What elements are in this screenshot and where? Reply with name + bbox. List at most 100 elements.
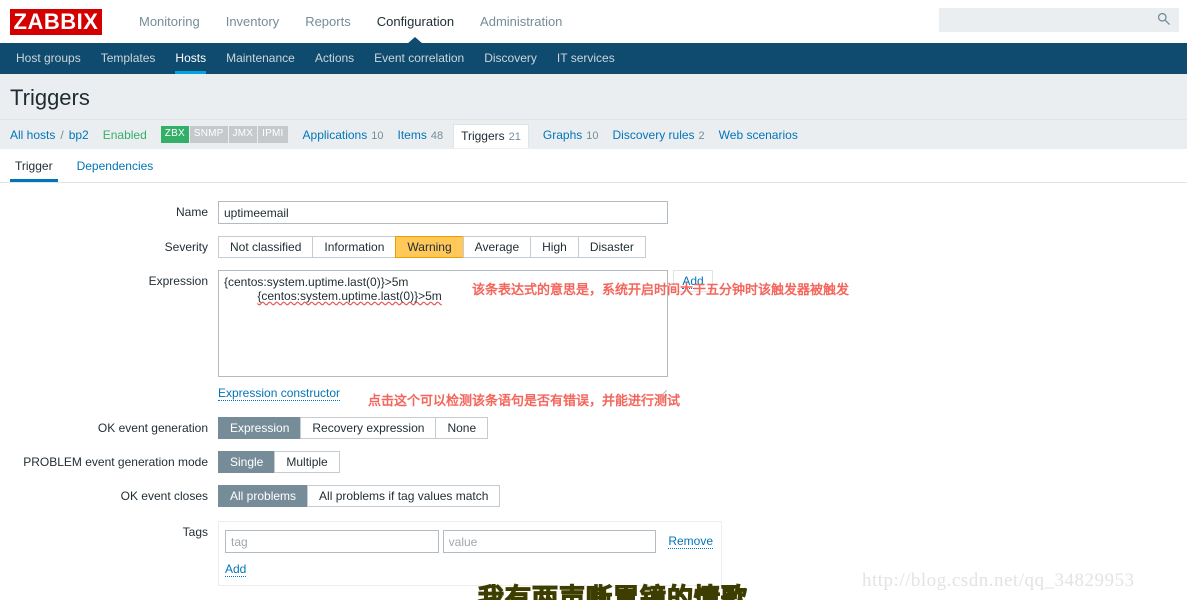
search-icon[interactable]: [1151, 12, 1175, 28]
badge-jmx[interactable]: JMX: [228, 126, 258, 143]
nav-item-administration[interactable]: Administration: [467, 0, 575, 43]
ok-event-option-expression[interactable]: Expression: [218, 417, 301, 439]
expression-constructor-link[interactable]: Expression constructor: [218, 386, 341, 401]
field-expression: {centos:system.uptime.last(0)}>5m Add Ex…: [218, 270, 713, 401]
label-ok-event-closes: OK event closes: [120, 489, 208, 503]
page-title: Triggers: [10, 85, 90, 110]
tag-remove-link[interactable]: Remove: [668, 534, 713, 549]
breadcrumb-item-count: 10: [371, 129, 384, 142]
breadcrumb-item-web-scenarios[interactable]: Web scenarios: [719, 128, 798, 142]
tab-trigger[interactable]: Trigger: [10, 151, 58, 182]
trigger-form: Name Severity Not classified Information…: [0, 183, 1187, 586]
breadcrumb-host-bp2[interactable]: bp2: [69, 128, 89, 142]
ok-event-option-recovery-expression[interactable]: Recovery expression: [300, 417, 436, 439]
expression-textarea[interactable]: [218, 270, 668, 377]
label-severity: Severity: [164, 240, 208, 254]
expression-add-label: Add: [682, 274, 704, 289]
breadcrumb-item-label[interactable]: Items: [397, 128, 426, 142]
ok-event-generation-segmented-control: Expression Recovery expression None: [218, 417, 489, 439]
subnav-item-templates[interactable]: Templates: [91, 43, 166, 74]
nav-item-configuration[interactable]: Configuration: [364, 0, 467, 43]
subnav-item-event-correlation[interactable]: Event correlation: [364, 43, 474, 74]
breadcrumb-item-applications[interactable]: Applications 10: [303, 128, 384, 142]
field-problem-event-mode: Single Multiple: [218, 451, 340, 473]
ok-event-option-none[interactable]: None: [435, 417, 489, 439]
ok-event-closes-option-all-problems[interactable]: All problems: [218, 485, 308, 507]
severity-option-not-classified[interactable]: Not classified: [218, 236, 313, 258]
breadcrumb-item-count: 48: [430, 129, 444, 142]
host-status-enabled[interactable]: Enabled: [103, 128, 147, 142]
form-row-name: Name: [0, 183, 1187, 224]
breadcrumb-separator: /: [60, 127, 64, 142]
nav-item-monitoring[interactable]: Monitoring: [126, 0, 213, 43]
page-title-bar: Triggers: [0, 74, 1187, 119]
zabbix-trigger-configuration-page: ZABBIX Monitoring Inventory Reports Conf…: [0, 0, 1187, 600]
global-search: [939, 8, 1179, 32]
form-row-tags: Tags Remove Add: [0, 507, 1187, 586]
form-row-expression: Expression {centos:system.uptime.last(0)…: [0, 258, 1187, 401]
severity-option-average[interactable]: Average: [462, 236, 531, 258]
ok-event-closes-option-tag-values-match[interactable]: All problems if tag values match: [307, 485, 501, 507]
name-input[interactable]: [218, 201, 668, 224]
breadcrumb-item-count: 21: [508, 130, 521, 143]
badge-snmp[interactable]: SNMP: [189, 126, 228, 143]
tab-dependencies[interactable]: Dependencies: [72, 151, 159, 181]
form-row-severity: Severity Not classified Information Warn…: [0, 224, 1187, 258]
breadcrumb-item-label[interactable]: Graphs: [543, 128, 582, 142]
problem-event-option-multiple[interactable]: Multiple: [274, 451, 340, 473]
severity-segmented-control: Not classified Information Warning Avera…: [218, 236, 646, 258]
top-header: ZABBIX Monitoring Inventory Reports Conf…: [0, 0, 1187, 43]
badge-zbx[interactable]: ZBX: [160, 126, 189, 143]
severity-option-high[interactable]: High: [530, 236, 578, 258]
nav-item-inventory[interactable]: Inventory: [213, 0, 292, 43]
label-name: Name: [175, 205, 208, 219]
problem-event-option-single[interactable]: Single: [218, 451, 275, 473]
subnav-item-discovery[interactable]: Discovery: [474, 43, 547, 74]
field-ok-event-generation: Expression Recovery expression None: [218, 417, 489, 439]
label-tags: Tags: [182, 525, 208, 539]
breadcrumb-item-count: 2: [698, 129, 705, 142]
form-row-problem-event-mode: PROBLEM event generation mode Single Mul…: [0, 439, 1187, 473]
field-tags: Remove Add: [218, 521, 722, 586]
ok-event-closes-segmented-control: All problems All problems if tag values …: [218, 485, 501, 507]
search-input[interactable]: [939, 9, 1151, 31]
tag-add-row: Add: [225, 562, 713, 577]
expression-add-button[interactable]: Add: [673, 270, 713, 292]
problem-event-mode-segmented-control: Single Multiple: [218, 451, 340, 473]
form-row-ok-event-generation: OK event generation Expression Recovery …: [0, 401, 1187, 439]
breadcrumb-item-label[interactable]: Discovery rules: [613, 128, 695, 142]
badge-ipmi[interactable]: IPMI: [258, 126, 288, 143]
breadcrumb-item-count: 10: [586, 129, 599, 142]
main-navigation: Monitoring Inventory Reports Configurati…: [126, 0, 575, 43]
field-severity: Not classified Information Warning Avera…: [218, 236, 646, 258]
breadcrumb-item-label: Triggers: [461, 128, 505, 143]
tags-container: Remove Add: [218, 521, 722, 586]
breadcrumb-item-label[interactable]: Applications: [303, 128, 368, 142]
tag-name-input[interactable]: [225, 530, 439, 553]
subnav-item-maintenance[interactable]: Maintenance: [216, 43, 305, 74]
breadcrumb-item-items[interactable]: Items 48: [397, 128, 443, 142]
breadcrumb: All hosts / bp2 Enabled ZBX SNMP JMX IPM…: [0, 119, 1187, 149]
breadcrumb-item-graphs[interactable]: Graphs 10: [543, 128, 599, 142]
tag-value-input[interactable]: [442, 530, 657, 553]
label-expression: Expression: [148, 274, 208, 288]
breadcrumb-item-discovery-rules[interactable]: Discovery rules 2: [613, 128, 705, 142]
severity-option-warning[interactable]: Warning: [395, 236, 463, 258]
tag-add-link[interactable]: Add: [225, 562, 247, 577]
subnav-item-actions[interactable]: Actions: [305, 43, 364, 74]
breadcrumb-all-hosts[interactable]: All hosts: [10, 128, 55, 142]
tag-row: Remove: [225, 530, 713, 553]
severity-option-information[interactable]: Information: [312, 236, 396, 258]
breadcrumb-item-label[interactable]: Web scenarios: [719, 128, 798, 142]
label-ok-event-generation: OK event generation: [97, 421, 208, 435]
nav-item-reports[interactable]: Reports: [292, 0, 364, 43]
label-problem-event-mode: PROBLEM event generation mode: [23, 455, 208, 469]
subnav-item-it-services[interactable]: IT services: [547, 43, 625, 74]
host-interface-badges: ZBX SNMP JMX IPMI: [160, 126, 289, 143]
breadcrumb-item-triggers[interactable]: Triggers 21: [453, 123, 529, 148]
zabbix-logo[interactable]: ZABBIX: [10, 8, 102, 35]
subnav-item-hosts[interactable]: Hosts: [165, 43, 216, 74]
severity-option-disaster[interactable]: Disaster: [577, 236, 646, 258]
form-row-ok-event-closes: OK event closes All problems All problem…: [0, 473, 1187, 507]
subnav-item-host-groups[interactable]: Host groups: [6, 43, 91, 74]
